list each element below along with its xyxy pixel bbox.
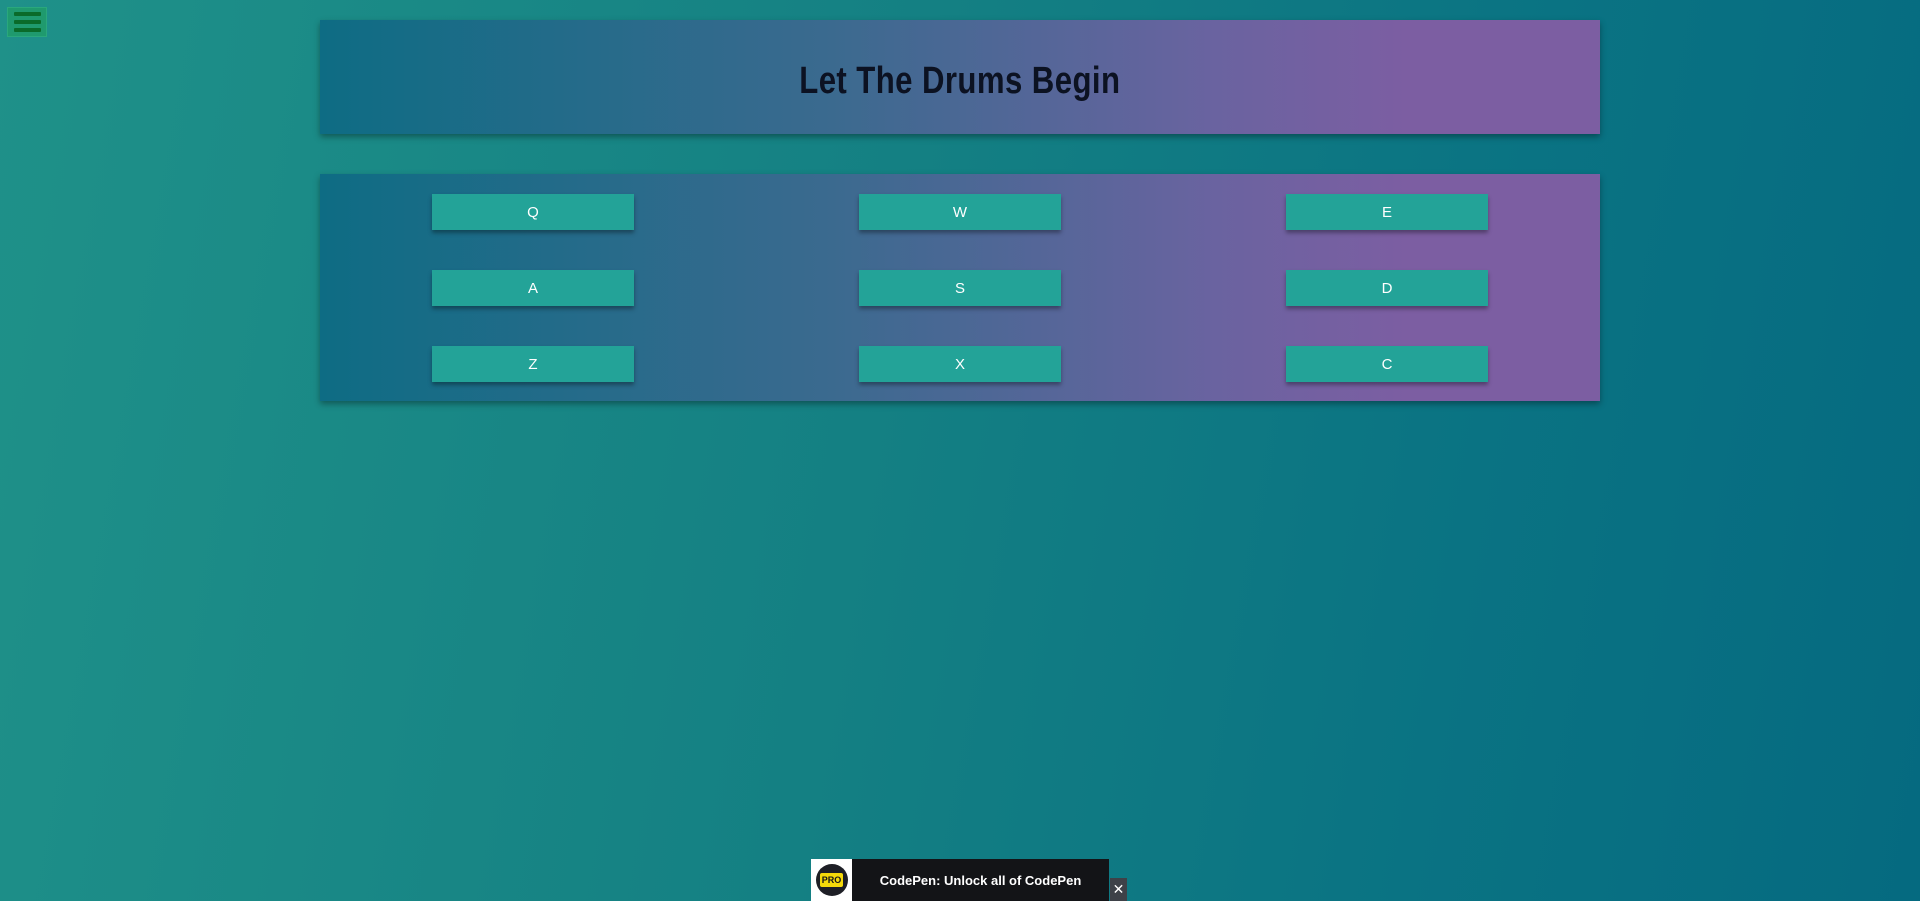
pro-logo: PRO: [811, 859, 852, 901]
page-title: Let The Drums Begin: [799, 59, 1121, 102]
pro-badge-icon: PRO: [815, 864, 848, 896]
header-banner: Let The Drums Begin: [320, 20, 1600, 134]
menu-bar: [13, 12, 41, 16]
drum-pad-x[interactable]: X: [859, 346, 1061, 382]
promo-text: CodePen: Unlock all of CodePen: [879, 872, 1082, 888]
drum-pad-c[interactable]: C: [1286, 346, 1488, 382]
drum-pad-d[interactable]: D: [1286, 270, 1488, 306]
hamburger-menu-icon[interactable]: [7, 7, 47, 37]
drum-pad-z[interactable]: Z: [432, 346, 634, 382]
pro-badge-label: PRO: [819, 873, 844, 887]
menu-bar: [13, 20, 41, 24]
drum-pad-panel: Q W E A S D Z X C: [320, 174, 1600, 401]
drum-pad-s[interactable]: S: [859, 270, 1061, 306]
drum-pad-e[interactable]: E: [1286, 194, 1488, 230]
drum-pad-a[interactable]: A: [432, 270, 634, 306]
drum-pad-w[interactable]: W: [859, 194, 1061, 230]
drum-pad-q[interactable]: Q: [432, 194, 634, 230]
close-icon[interactable]: ✕: [1110, 878, 1127, 901]
menu-bar: [13, 28, 41, 32]
codepen-promo-banner[interactable]: PRO CodePen: Unlock all of CodePen: [811, 859, 1109, 901]
